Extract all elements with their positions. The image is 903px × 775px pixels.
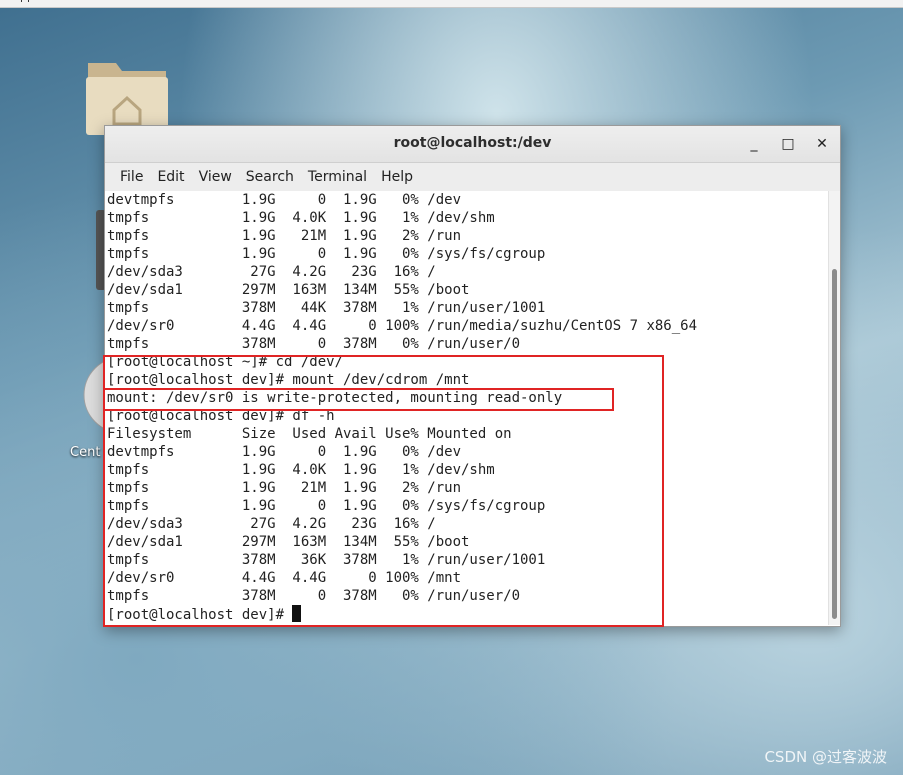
terminal-line: devtmpfs 1.9G 0 1.9G 0% /dev bbox=[107, 192, 462, 208]
close-button[interactable]: ✕ bbox=[813, 135, 831, 153]
terminal-output[interactable]: devtmpfs 1.9G 0 1.9G 0% /dev tmpfs 1.9G … bbox=[105, 191, 829, 625]
terminal-line: tmpfs 1.9G 4.0K 1.9G 1% /dev/shm bbox=[107, 210, 495, 226]
terminal-line: tmpfs 1.9G 4.0K 1.9G 1% /dev/shm bbox=[107, 462, 495, 478]
top-panel-label: pp bbox=[20, 0, 34, 3]
terminal-line: tmpfs 378M 36K 378M 1% /run/user/1001 bbox=[107, 552, 546, 568]
menu-view[interactable]: View bbox=[192, 169, 239, 185]
terminal-line: tmpfs 378M 0 378M 0% /run/user/0 bbox=[107, 588, 521, 604]
top-panel: pp bbox=[0, 0, 903, 8]
minimize-button[interactable]: _ bbox=[745, 135, 763, 153]
terminal-line: [root@localhost dev]# mount /dev/cdrom /… bbox=[107, 372, 470, 388]
terminal-line: /dev/sr0 4.4G 4.4G 0 100% /run/media/suz… bbox=[107, 318, 698, 334]
terminal-line: mount: /dev/sr0 is write-protected, moun… bbox=[107, 390, 563, 406]
terminal-line: /dev/sda3 27G 4.2G 23G 16% / bbox=[107, 264, 436, 280]
terminal-prompt: [root@localhost dev]# bbox=[107, 607, 293, 623]
terminal-scrollbar[interactable] bbox=[828, 191, 840, 625]
terminal-line: [root@localhost dev]# df -h bbox=[107, 408, 335, 424]
terminal-line: tmpfs 1.9G 0 1.9G 0% /sys/fs/cgroup bbox=[107, 246, 546, 262]
menu-help[interactable]: Help bbox=[374, 169, 420, 185]
terminal-line: devtmpfs 1.9G 0 1.9G 0% /dev bbox=[107, 444, 462, 460]
terminal-line: tmpfs 1.9G 21M 1.9G 2% /run bbox=[107, 480, 462, 496]
terminal-line: Filesystem Size Used Avail Use% Mounted … bbox=[107, 426, 512, 442]
text-cursor bbox=[292, 605, 302, 622]
window-title: root@localhost:/dev bbox=[393, 135, 552, 151]
terminal-window: root@localhost:/dev _ □ ✕ File Edit View… bbox=[104, 125, 841, 627]
menu-terminal[interactable]: Terminal bbox=[301, 169, 374, 185]
terminal-line: tmpfs 378M 0 378M 0% /run/user/0 bbox=[107, 336, 521, 352]
terminal-prompt-line[interactable]: [root@localhost dev]# bbox=[105, 605, 829, 623]
menu-file[interactable]: File bbox=[113, 169, 150, 185]
terminal-line: [root@localhost ~]# cd /dev/ bbox=[107, 354, 344, 370]
terminal-line: /dev/sr0 4.4G 4.4G 0 100% /mnt bbox=[107, 570, 462, 586]
terminal-line: tmpfs 378M 44K 378M 1% /run/user/1001 bbox=[107, 300, 546, 316]
window-titlebar[interactable]: root@localhost:/dev _ □ ✕ bbox=[105, 126, 840, 163]
watermark: CSDN @过客波波 bbox=[764, 748, 887, 766]
menu-bar: File Edit View Search Terminal Help bbox=[105, 163, 840, 192]
terminal-line: tmpfs 1.9G 0 1.9G 0% /sys/fs/cgroup bbox=[107, 498, 546, 514]
scrollbar-thumb[interactable] bbox=[832, 269, 837, 619]
maximize-button[interactable]: □ bbox=[779, 135, 797, 153]
terminal-line: tmpfs 1.9G 21M 1.9G 2% /run bbox=[107, 228, 462, 244]
menu-search[interactable]: Search bbox=[239, 169, 301, 185]
terminal-line: /dev/sda1 297M 163M 134M 55% /boot bbox=[107, 282, 470, 298]
desktop-disc-label: Cent bbox=[70, 445, 101, 460]
terminal-line: /dev/sda3 27G 4.2G 23G 16% / bbox=[107, 516, 436, 532]
menu-edit[interactable]: Edit bbox=[150, 169, 191, 185]
terminal-line: /dev/sda1 297M 163M 134M 55% /boot bbox=[107, 534, 470, 550]
